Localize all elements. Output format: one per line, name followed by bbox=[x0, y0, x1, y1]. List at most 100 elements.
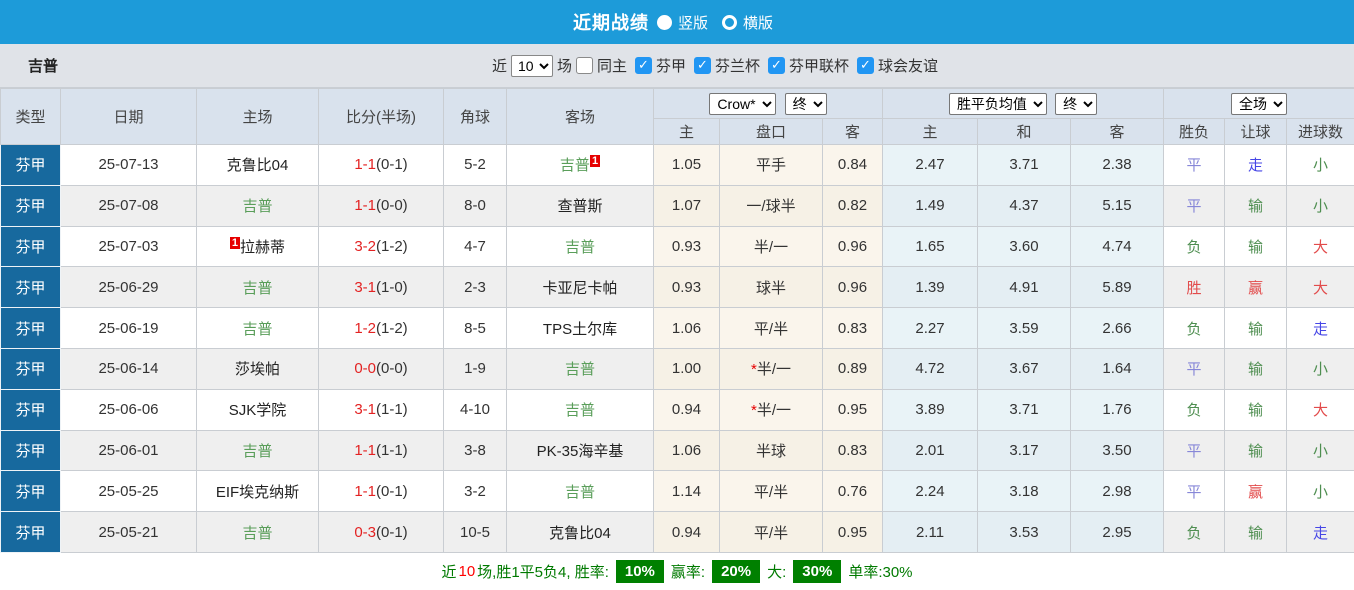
fulltime-score: 3-2 bbox=[354, 237, 376, 255]
avg-odds-select[interactable]: 胜平负均值 bbox=[948, 92, 1047, 115]
horizontal-layout-label[interactable]: 横版 bbox=[743, 12, 773, 33]
home-team-cell[interactable]: SJK学院 bbox=[196, 388, 319, 431]
home-team-name[interactable]: EIF埃克纳斯 bbox=[216, 484, 299, 501]
away-team-cell[interactable]: TPS土尔库 bbox=[506, 307, 654, 349]
home-team-cell[interactable]: 吉普 bbox=[196, 429, 319, 472]
away-team-name[interactable]: PK-35海辛基 bbox=[537, 443, 624, 460]
date-cell: 25-07-03 bbox=[60, 225, 197, 268]
bookmaker-stage-select[interactable]: 终 bbox=[784, 92, 827, 115]
avg-stage-select[interactable]: 终 bbox=[1055, 92, 1098, 115]
result-goals-cell: 小 bbox=[1286, 429, 1354, 472]
home-team-cell[interactable]: 吉普 bbox=[196, 266, 319, 309]
handicap-value: 半/一 bbox=[756, 402, 791, 420]
same-home-label[interactable]: 同主 bbox=[597, 55, 627, 76]
avg-home-odds: 2.01 bbox=[882, 429, 979, 472]
home-team-cell[interactable]: 吉普 bbox=[196, 511, 319, 553]
horizontal-layout-radio[interactable] bbox=[722, 14, 737, 30]
result-goals-cell: 大 bbox=[1286, 388, 1354, 431]
result-goals-cell: 大 bbox=[1286, 225, 1354, 268]
league-cell: 芬甲 bbox=[0, 429, 61, 472]
home-team-cell[interactable]: EIF埃克纳斯 bbox=[196, 470, 319, 513]
crow-away-odds: 0.82 bbox=[821, 184, 884, 227]
crow-home-odds: 0.94 bbox=[653, 388, 720, 431]
cup1-label[interactable]: 芬兰杯 bbox=[715, 55, 760, 76]
home-team-name[interactable]: 吉普 bbox=[242, 443, 272, 460]
away-team-cell[interactable]: 吉普 bbox=[506, 470, 654, 513]
result-wdl-cell: 胜 bbox=[1163, 266, 1226, 309]
home-team-cell[interactable]: 克鲁比04 bbox=[196, 144, 319, 186]
away-team-cell[interactable]: 查普斯 bbox=[506, 184, 654, 227]
same-home-checkbox[interactable] bbox=[575, 57, 593, 74]
away-team-name[interactable]: 查普斯 bbox=[557, 198, 602, 215]
score-cell: 1-1(1-1) bbox=[318, 429, 444, 472]
single-rate-text: 单率:30% bbox=[848, 564, 913, 582]
away-team-cell[interactable]: 吉普 bbox=[506, 225, 654, 268]
away-team-cell[interactable]: 克鲁比04 bbox=[506, 511, 654, 553]
away-team-name[interactable]: 吉普 bbox=[565, 239, 595, 256]
col-header-home: 主场 bbox=[196, 88, 319, 145]
score-cell: 1-2(1-2) bbox=[318, 307, 444, 349]
away-team-cell[interactable]: PK-35海辛基 bbox=[506, 429, 654, 472]
subcol-avg-draw: 和 bbox=[977, 118, 1072, 145]
away-team-cell[interactable]: 卡亚尼卡帕 bbox=[506, 266, 654, 309]
avg-draw-odds: 3.53 bbox=[977, 511, 1072, 553]
halftime-score: (1-1) bbox=[376, 441, 408, 459]
away-team-cell[interactable]: 吉普 1 bbox=[506, 144, 654, 186]
away-team-name[interactable]: 吉普 bbox=[565, 484, 595, 501]
handicap-cell: *半/一 bbox=[719, 388, 823, 431]
result-wdl-cell: 负 bbox=[1163, 388, 1226, 431]
date-cell: 25-06-14 bbox=[60, 347, 197, 390]
friendly-checkbox[interactable] bbox=[857, 57, 875, 74]
away-team-cell[interactable]: 吉普 bbox=[506, 388, 654, 431]
subcol-crow-home: 主 bbox=[653, 118, 720, 145]
corner-cell: 1-9 bbox=[443, 347, 507, 390]
leaguecup-checkbox[interactable] bbox=[768, 57, 786, 74]
home-team-name[interactable]: 拉赫蒂 bbox=[240, 239, 285, 256]
away-team-name[interactable]: 吉普 bbox=[565, 361, 595, 378]
avg-home-odds: 2.11 bbox=[882, 511, 979, 553]
home-team-name[interactable]: 吉普 bbox=[242, 525, 272, 542]
away-team-cell[interactable]: 吉普 bbox=[506, 347, 654, 390]
halftime-score: (0-1) bbox=[376, 523, 408, 541]
result-handicap-cell: 输 bbox=[1224, 347, 1288, 390]
cup1-checkbox[interactable] bbox=[694, 57, 711, 74]
fulltime-score: 1-2 bbox=[354, 319, 376, 337]
recent-count-select[interactable]: 10 bbox=[510, 54, 553, 77]
home-team-name[interactable]: 吉普 bbox=[242, 198, 272, 215]
away-team-name[interactable]: 卡亚尼卡帕 bbox=[542, 280, 617, 297]
friendly-label[interactable]: 球会友谊 bbox=[878, 55, 938, 76]
bookmaker-select[interactable]: Crow* bbox=[709, 92, 777, 115]
scope-select[interactable]: 全场 bbox=[1231, 92, 1288, 115]
vertical-layout-label[interactable]: 竖版 bbox=[678, 12, 708, 33]
home-team-name[interactable]: SJK学院 bbox=[229, 402, 287, 419]
avg-draw-odds: 3.17 bbox=[977, 429, 1072, 472]
away-team-name[interactable]: 克鲁比04 bbox=[549, 525, 611, 542]
away-team-name[interactable]: 吉普 bbox=[565, 402, 595, 419]
vertical-layout-radio[interactable] bbox=[656, 14, 672, 30]
table-row: 芬甲 25-06-01 吉普 1-1(1-1) 3-8 PK-35海辛基 1.0… bbox=[0, 429, 1354, 472]
home-team-cell[interactable]: 1 拉赫蒂 bbox=[196, 225, 319, 268]
date-cell: 25-06-06 bbox=[60, 388, 197, 431]
bookmaker-select-group: Crow* 终 bbox=[652, 88, 884, 119]
home-team-name[interactable]: 吉普 bbox=[242, 280, 272, 297]
away-team-name[interactable]: TPS土尔库 bbox=[543, 321, 617, 338]
home-team-cell[interactable]: 吉普 bbox=[196, 307, 319, 349]
home-team-cell[interactable]: 莎埃帕 bbox=[196, 347, 319, 390]
handicap-value: 平/半 bbox=[753, 320, 789, 338]
result-goals-cell: 小 bbox=[1286, 347, 1354, 390]
home-team-name[interactable]: 莎埃帕 bbox=[235, 361, 280, 378]
results-table: 类型 日期 主场 比分(半场) 角球 客场 Crow* 终 胜平负均值 终 全场… bbox=[0, 88, 1354, 553]
home-team-name[interactable]: 克鲁比04 bbox=[227, 157, 289, 174]
home-team-cell[interactable]: 吉普 bbox=[196, 184, 319, 227]
fulltime-score: 3-1 bbox=[354, 401, 376, 419]
leaguecup-label[interactable]: 芬甲联杯 bbox=[789, 55, 849, 76]
league1-checkbox[interactable] bbox=[634, 57, 652, 74]
away-team-name[interactable]: 吉普 bbox=[560, 157, 590, 174]
handicap-value: 球半 bbox=[755, 279, 786, 297]
league1-label[interactable]: 芬甲 bbox=[656, 55, 686, 76]
home-team-name[interactable]: 吉普 bbox=[242, 321, 272, 338]
avg-away-odds: 4.74 bbox=[1070, 225, 1165, 268]
crow-away-odds: 0.96 bbox=[821, 266, 884, 309]
result-goals-cell: 大 bbox=[1286, 266, 1354, 309]
subcol-crow-away: 客 bbox=[821, 118, 884, 145]
